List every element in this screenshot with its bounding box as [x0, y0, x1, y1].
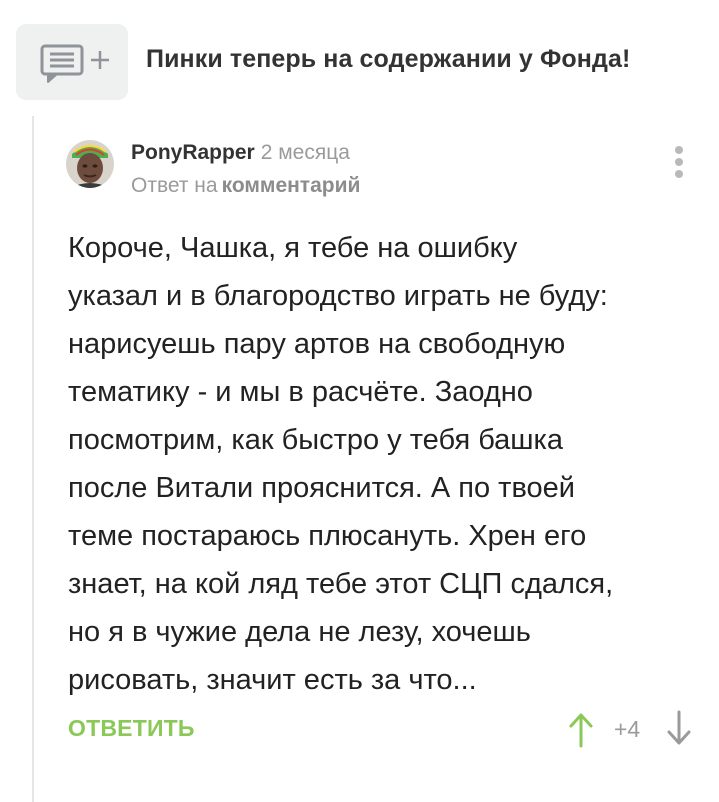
reply-to-line: Ответ на комментарий	[131, 174, 360, 198]
plus-icon	[91, 51, 109, 69]
reply-to-link[interactable]: комментарий	[222, 174, 361, 197]
comment-timestamp[interactable]: 2 месяца	[261, 141, 350, 164]
comment-meta: PonyRapper 2 месяца	[131, 141, 350, 165]
add-comment-button[interactable]	[16, 24, 128, 100]
author-name[interactable]: PonyRapper	[131, 141, 255, 164]
avatar[interactable]	[66, 140, 114, 188]
rating-value: +4	[614, 716, 641, 742]
comment-icon	[40, 44, 84, 83]
post-title[interactable]: Пинки теперь на содержании у Фонда!	[146, 45, 630, 74]
thread-line[interactable]	[32, 116, 34, 802]
comment-body: Короче, Чашка, я тебе на ошибку указал и…	[68, 232, 614, 696]
post-header: Пинки теперь на содержании у Фонда!	[0, 0, 719, 110]
arrow-down-icon[interactable]	[664, 710, 694, 748]
more-options-button[interactable]	[666, 142, 692, 182]
arrow-up-icon[interactable]	[566, 710, 596, 748]
reply-to-label: Ответ на	[131, 174, 218, 197]
avatar-image	[66, 140, 114, 188]
reply-button[interactable]: ОТВЕТИТЬ	[68, 715, 195, 742]
